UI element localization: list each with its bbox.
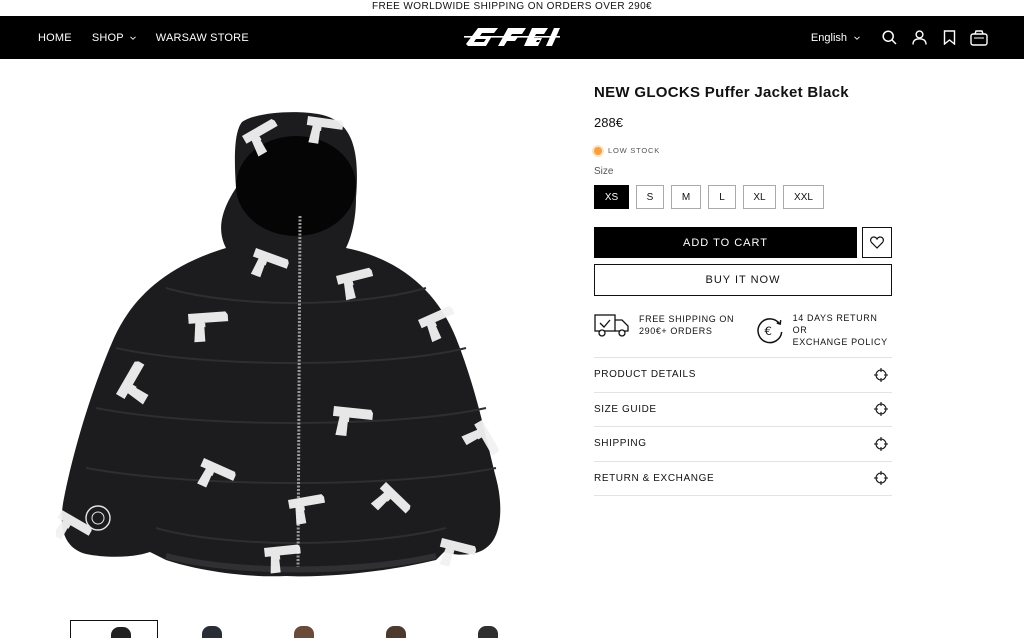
- size-option-s[interactable]: S: [636, 185, 664, 209]
- nav-home-link[interactable]: HOME: [38, 32, 72, 44]
- search-icon[interactable]: [874, 23, 904, 53]
- thumbnail[interactable]: [162, 620, 250, 638]
- stock-status-text: LOW STOCK: [608, 146, 661, 155]
- accordion-label: SHIPPING: [594, 438, 647, 450]
- bookmark-icon[interactable]: [934, 23, 964, 53]
- crosshair-icon: [874, 367, 888, 382]
- wishlist-button[interactable]: [862, 227, 892, 258]
- crosshair-icon: [874, 402, 888, 417]
- svg-text:€: €: [764, 324, 772, 338]
- chevron-down-icon: [854, 35, 860, 40]
- thumbnail[interactable]: [70, 620, 158, 638]
- perk-shipping-line1: FREE SHIPPING ON: [639, 314, 735, 324]
- accordion-label: PRODUCT DETAILS: [594, 369, 696, 381]
- perk-returns-text: 14 DAYS RETURN OR EXCHANGE POLICY: [793, 312, 894, 348]
- product-price: 288€: [594, 115, 623, 130]
- thumbnail[interactable]: [438, 620, 526, 638]
- nav-shop-link[interactable]: SHOP: [92, 32, 136, 44]
- announcement-text: FREE WORLDWIDE SHIPPING ON ORDERS OVER 2…: [371, 1, 653, 12]
- announcement-bar: FREE WORLDWIDE SHIPPING ON ORDERS OVER 2…: [0, 0, 1024, 16]
- product-accordion: PRODUCT DETAILS SIZE GUIDE SHIPPING RETU…: [594, 357, 892, 496]
- crosshair-icon: [874, 436, 888, 451]
- product-info: NEW GLOCKS Puffer Jacket Black 288€ LOW …: [594, 80, 894, 496]
- nav-links: HOME SHOP WARSAW STORE: [38, 16, 269, 59]
- size-option-xl[interactable]: XL: [743, 185, 776, 209]
- size-option-l[interactable]: L: [708, 185, 736, 209]
- size-label: Size: [594, 166, 614, 177]
- crosshair-icon: [874, 471, 888, 486]
- size-option-xs[interactable]: XS: [594, 185, 629, 209]
- accordion-label: SIZE GUIDE: [594, 403, 657, 415]
- product-image[interactable]: [56, 108, 544, 578]
- account-icon[interactable]: [904, 23, 934, 53]
- nav-home-label: HOME: [38, 31, 72, 44]
- header-nav: HOME SHOP WARSAW STORE English: [0, 16, 1024, 59]
- brand-logo[interactable]: [464, 24, 560, 50]
- language-label: English: [810, 31, 847, 44]
- perk-shipping-text: FREE SHIPPING ON 290€+ ORDERS: [639, 313, 734, 337]
- nav-warsaw-store-link[interactable]: WARSAW STORE: [156, 32, 249, 44]
- perk-shipping: FREE SHIPPING ON 290€+ ORDERS: [594, 312, 734, 338]
- delivery-truck-icon: [594, 314, 629, 337]
- thumbnail[interactable]: [254, 620, 342, 638]
- nav-warsaw-label: WARSAW STORE: [155, 31, 249, 44]
- perk-returns-line1: 14 DAYS RETURN OR: [792, 313, 878, 335]
- perk-returns-line2: EXCHANGE POLICY: [792, 337, 888, 347]
- accordion-label: RETURN & EXCHANGE: [594, 472, 715, 484]
- product-title: NEW GLOCKS Puffer Jacket Black: [594, 84, 849, 101]
- language-selector[interactable]: English: [811, 32, 860, 44]
- cart-row: ADD TO CART: [594, 227, 892, 258]
- stock-dot-icon: [594, 146, 602, 155]
- cart-icon[interactable]: [964, 23, 994, 53]
- accordion-size-guide[interactable]: SIZE GUIDE: [594, 393, 892, 427]
- heart-icon: [870, 236, 884, 249]
- size-selector: XS S M L XL XXL: [594, 185, 831, 209]
- accordion-shipping[interactable]: SHIPPING: [594, 427, 892, 462]
- euro-return-icon: €: [757, 318, 783, 344]
- size-option-m[interactable]: M: [671, 185, 701, 209]
- stock-status: LOW STOCK: [594, 146, 660, 155]
- buy-it-now-button[interactable]: BUY IT NOW: [594, 264, 892, 296]
- chevron-down-icon: [129, 35, 136, 40]
- perk-returns: € 14 DAYS RETURN OR EXCHANGE POLICY: [756, 312, 894, 348]
- perk-shipping-line2: 290€+ ORDERS: [639, 326, 713, 336]
- accordion-product-details[interactable]: PRODUCT DETAILS: [594, 358, 892, 393]
- nav-shop-label: SHOP: [91, 31, 124, 44]
- nav-right: English: [811, 16, 994, 59]
- perks: FREE SHIPPING ON 290€+ ORDERS € 14 DAYS …: [594, 312, 894, 347]
- accordion-return-exchange[interactable]: RETURN & EXCHANGE: [594, 462, 892, 496]
- thumbnail-strip: [70, 620, 540, 638]
- size-option-xxl[interactable]: XXL: [783, 185, 824, 209]
- thumbnail[interactable]: [346, 620, 434, 638]
- add-to-cart-button[interactable]: ADD TO CART: [594, 227, 857, 258]
